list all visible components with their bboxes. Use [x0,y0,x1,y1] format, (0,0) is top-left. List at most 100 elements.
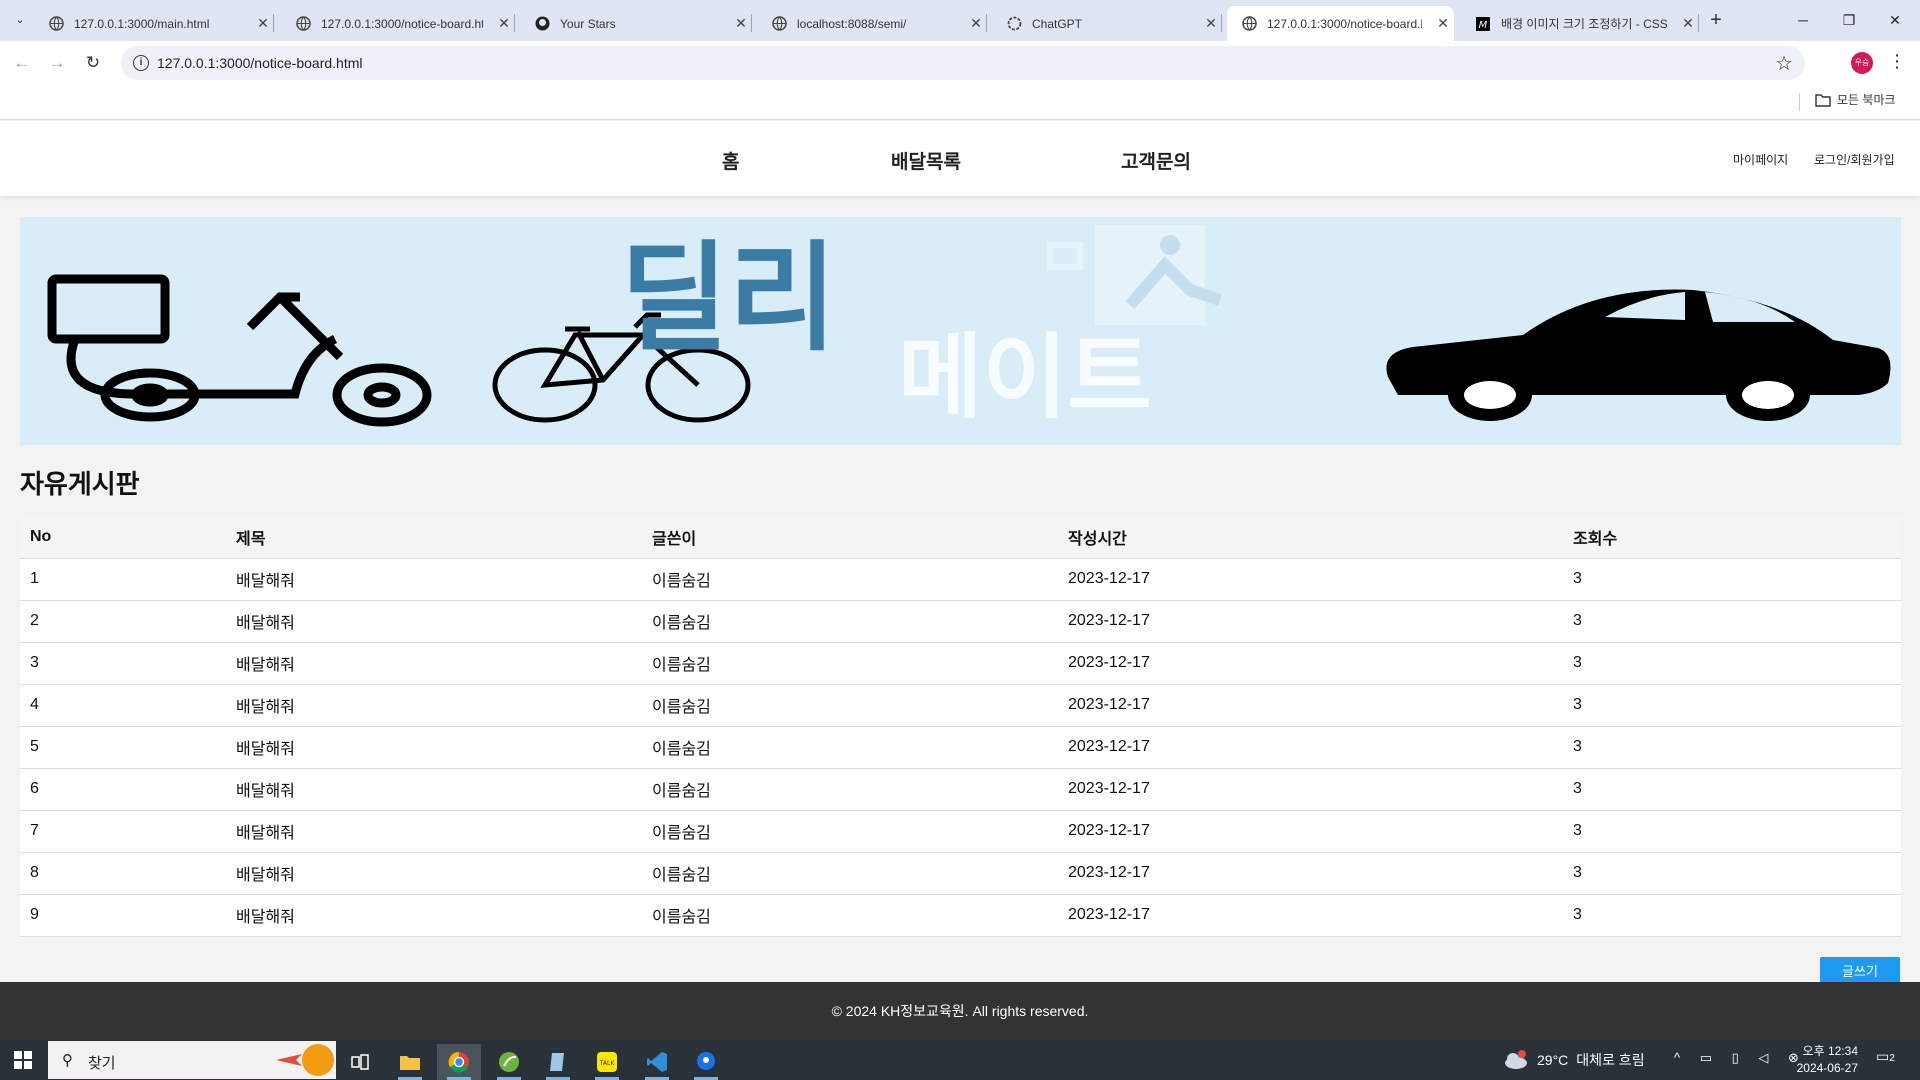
kakaotalk-icon[interactable]: TALK [585,1044,629,1080]
post-no: 5 [20,726,226,769]
restore-button[interactable]: ❐ [1826,0,1872,41]
minimize-button[interactable]: ─ [1780,0,1826,41]
browser-tab[interactable]: ChatGPT ✕ [992,6,1222,41]
post-date: 2023-12-17 [1058,600,1563,643]
globe-icon [1241,16,1257,32]
board-row[interactable]: 9 배달해줘 이름숨김 2023-12-17 3 [20,894,1901,937]
post-no: 2 [20,600,226,643]
task-view-icon[interactable] [338,1044,382,1080]
post-author: 이름숨김 [642,726,1058,769]
new-tab-button[interactable]: + [1703,8,1729,34]
browser-menu-icon[interactable]: ⋮ [1888,51,1906,72]
board-row[interactable]: 8 배달해줘 이름숨김 2023-12-17 3 [20,852,1901,895]
tab-search-button[interactable]: ⌄ [8,8,32,32]
post-title[interactable]: 배달해줘 [226,558,642,601]
address-bar[interactable]: i 127.0.0.1:3000/notice-board.html ☆ [121,46,1805,80]
tab-close-icon[interactable]: ✕ [1677,15,1699,32]
cloud-icon [1505,1050,1527,1069]
post-author: 이름숨김 [642,642,1058,685]
post-title[interactable]: 배달해줘 [226,894,642,937]
post-views: 3 [1563,726,1901,769]
bookmark-bar: 모든 북마크 [0,85,1920,120]
column-header-views: 조회수 [1563,516,1901,559]
runner-sign-icon [1047,225,1222,325]
nav-delivery-list[interactable]: 배달목록 [891,147,961,174]
post-author: 이름숨김 [642,600,1058,643]
tab-close-icon[interactable]: ✕ [493,15,515,32]
all-bookmarks-button[interactable]: 모든 북마크 [1815,91,1896,108]
tab-title: localhost:8088/semi/ [797,16,907,31]
post-views: 3 [1563,810,1901,853]
system-tray-icons[interactable]: ^ ▭ ▯ ◁ ⊗ [1674,1050,1807,1066]
tab-close-icon[interactable]: ✕ [730,15,752,32]
notification-center-icon[interactable]: ▭2 [1876,1048,1895,1066]
tab-close-icon[interactable]: ✕ [1432,15,1454,32]
tab-separator [514,14,515,32]
tab-close-icon[interactable]: ✕ [965,15,987,32]
chrome-icon[interactable] [437,1044,481,1080]
board-row[interactable]: 1 배달해줘 이름숨김 2023-12-17 3 [20,558,1901,601]
svg-text:M: M [1479,20,1488,31]
mypage-link[interactable]: 마이페이지 [1733,151,1788,168]
profile-avatar[interactable]: 우승 [1851,52,1873,74]
login-signup-link[interactable]: 로그인/회원가입 [1814,151,1895,168]
vscode-icon[interactable] [635,1044,679,1080]
taskbar-search-box[interactable]: ⚲ 찾기 [48,1041,336,1079]
board-row[interactable]: 7 배달해줘 이름숨김 2023-12-17 3 [20,810,1901,853]
file-explorer-icon[interactable] [388,1044,432,1080]
banner-title-line1: 딜리 [620,229,837,367]
site-header: 홈 배달목록 고객문의 마이페이지 로그인/회원가입 [0,121,1920,196]
post-title[interactable]: 배달해줘 [226,768,642,811]
nav-customer-inquiry[interactable]: 고객문의 [1121,147,1191,174]
board-row[interactable]: 4 배달해줘 이름숨김 2023-12-17 3 [20,684,1901,727]
board-row[interactable]: 5 배달해줘 이름숨김 2023-12-17 3 [20,726,1901,769]
board-row[interactable]: 3 배달해줘 이름숨김 2023-12-17 3 [20,642,1901,685]
write-post-button[interactable]: 글쓰기 [1820,957,1900,982]
taskbar: ⚲ 찾기 TALK 29°C 대체로 흐림 ^ ▭ ▯ ◁ ⊗ 오후 12:34… [0,1040,1920,1080]
post-author: 이름숨김 [642,810,1058,853]
post-title[interactable]: 배달해줘 [226,810,642,853]
spring-tool-icon[interactable] [487,1044,531,1080]
back-button[interactable]: ← [10,51,34,75]
windows-start-button[interactable] [14,1051,32,1074]
site-info-icon[interactable]: i [133,55,149,71]
tab-strip: ⌄ 127.0.0.1:3000/main.html ✕ 127.0.0.1:300… [0,0,1920,41]
tab-close-icon[interactable]: ✕ [1200,15,1222,32]
nav-home[interactable]: 홈 [722,147,739,174]
browser-tab[interactable]: M 배경 이미지 크기 조정하기 - CSS ✕ [1461,6,1699,41]
browser-tab[interactable]: Your Stars ✕ [520,6,752,41]
browser-tab[interactable]: localhost:8088/semi/ ✕ [757,6,987,41]
tab-close-icon[interactable]: ✕ [252,15,274,32]
post-title[interactable]: 배달해줘 [226,684,642,727]
browser-tab[interactable]: 127.0.0.1:3000/main.html ✕ [34,6,274,41]
column-header-date: 작성시간 [1058,516,1563,559]
post-no: 7 [20,810,226,853]
weather-widget[interactable]: 29°C 대체로 흐림 [1503,1050,1645,1070]
post-title[interactable]: 배달해줘 [226,852,642,895]
scooter-icon [47,274,432,427]
notepad-icon[interactable] [536,1044,580,1080]
close-window-button[interactable]: ✕ [1872,0,1918,41]
browser-tab[interactable]: 127.0.0.1:3000/notice-board.html ✕ [1227,6,1454,41]
tab-title: 127.0.0.1:3000/main.html [74,16,210,31]
post-title[interactable]: 배달해줘 [226,726,642,769]
board-row[interactable]: 6 배달해줘 이름숨김 2023-12-17 3 [20,768,1901,811]
column-header-author: 글쓴이 [642,516,1058,559]
browser-tab[interactable]: 127.0.0.1:3000/notice-board.html ✕ [281,6,515,41]
board-row[interactable]: 2 배달해줘 이름숨김 2023-12-17 3 [20,600,1901,643]
post-author: 이름숨김 [642,684,1058,727]
post-date: 2023-12-17 [1058,768,1563,811]
post-date: 2023-12-17 [1058,684,1563,727]
bookmark-star-icon[interactable]: ☆ [1775,51,1793,76]
windows-logo-icon [14,1051,32,1069]
taskbar-clock[interactable]: 오후 12:34 2024-06-27 [1788,1043,1858,1077]
reload-button[interactable]: ↻ [81,51,105,75]
maps-pin-icon[interactable] [684,1044,728,1080]
post-title[interactable]: 배달해줘 [226,600,642,643]
forward-button[interactable]: → [45,51,69,75]
tab-separator [1221,14,1222,32]
post-no: 4 [20,684,226,727]
tab-separator [1698,14,1699,32]
board-table: No 제목 글쓴이 작성시간 조회수 1 배달해줘 이름숨김 2023-12-17 3 2… [20,516,1901,937]
post-title[interactable]: 배달해줘 [226,642,642,685]
